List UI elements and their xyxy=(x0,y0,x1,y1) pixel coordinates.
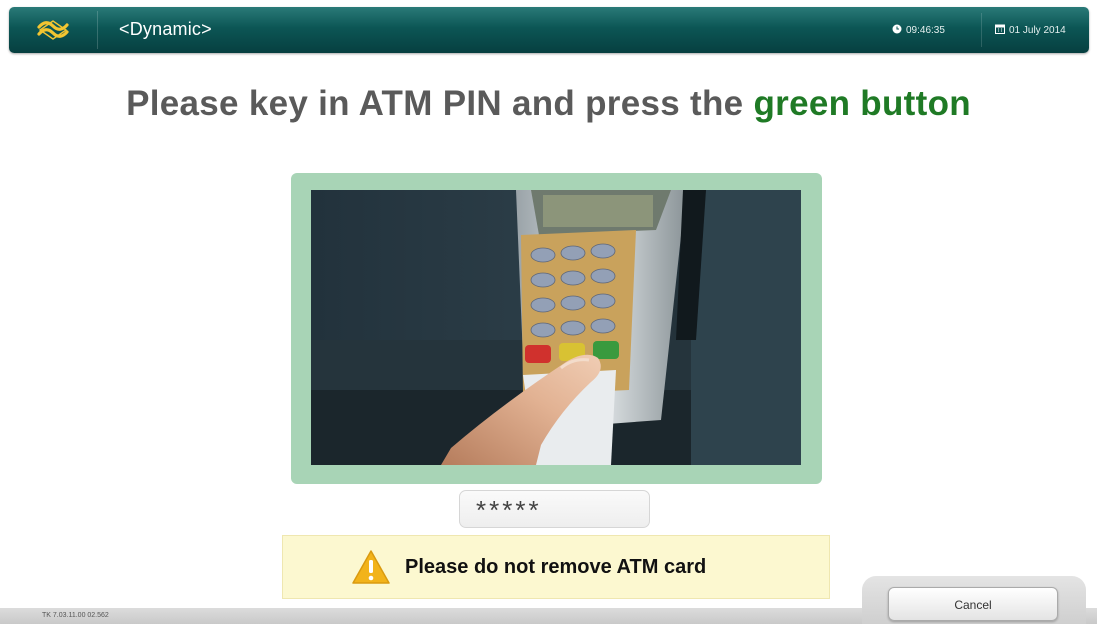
instruction-heading: Please key in ATM PIN and press the gree… xyxy=(0,84,1097,124)
warning-text: Please do not remove ATM card xyxy=(405,556,707,578)
instruction-text: Please key in ATM PIN and press the xyxy=(126,84,754,123)
current-date: 01 July 2014 xyxy=(1009,25,1066,36)
illustration-frame xyxy=(291,173,822,484)
cancel-button[interactable]: Cancel xyxy=(888,587,1058,621)
warning-triangle-icon xyxy=(351,549,391,590)
clock-icon xyxy=(892,24,902,37)
brand-title: <Dynamic> xyxy=(119,19,212,39)
date: 01 July 2014 xyxy=(995,24,1066,37)
clock: 09:46:35 xyxy=(892,24,945,37)
version-label: TK 7.03.11.00 02.562 xyxy=(42,612,109,619)
airline-logo-icon xyxy=(9,7,97,53)
clock-time: 09:46:35 xyxy=(906,25,945,36)
header-bar: <Dynamic> 09:46:35 01 July 2014 xyxy=(9,7,1089,53)
calendar-icon xyxy=(995,24,1005,37)
pin-pad-illustration xyxy=(311,190,801,465)
kiosk-screen: <Dynamic> 09:46:35 01 July 2014 Please k… xyxy=(0,0,1097,624)
header-divider-2 xyxy=(981,13,982,47)
pin-input-display[interactable]: ***** xyxy=(459,490,650,528)
header-divider xyxy=(97,11,98,49)
warning-banner: Please do not remove ATM card xyxy=(282,535,830,599)
instruction-highlight: green button xyxy=(753,84,971,123)
